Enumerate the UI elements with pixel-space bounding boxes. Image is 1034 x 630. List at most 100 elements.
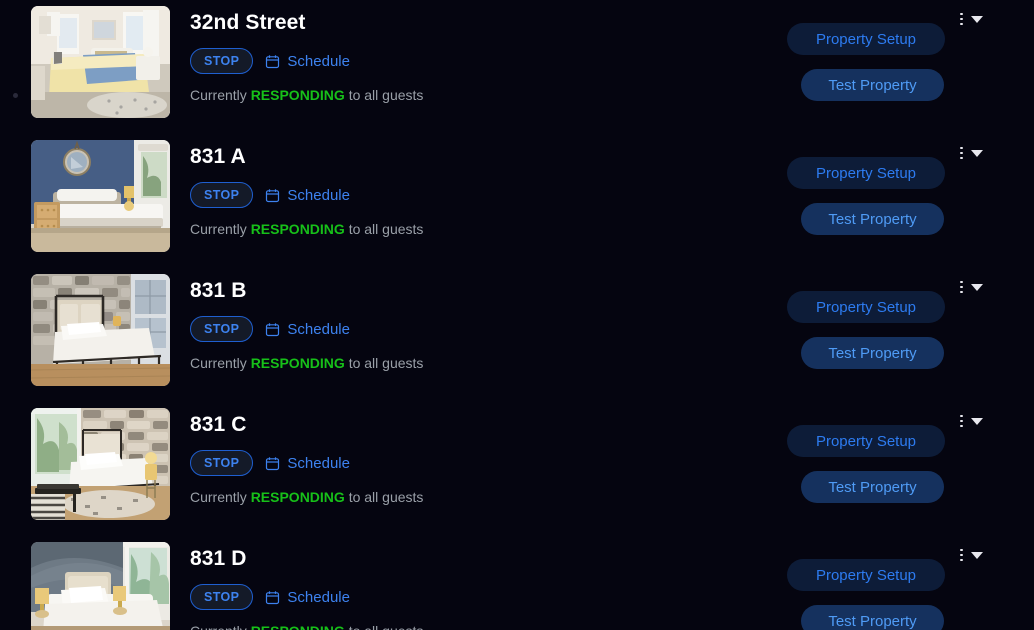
property-actions: Property Setup Test Property: [774, 0, 1034, 134]
property-setup-button[interactable]: Property Setup: [787, 559, 945, 591]
property-row: 831 B STOP Schedule Currently RESPONDING…: [0, 268, 1034, 402]
status-suffix: to all guests: [348, 87, 424, 103]
calendar-icon: [266, 188, 280, 202]
schedule-label: Schedule: [287, 588, 350, 606]
property-photo-icon: [31, 6, 170, 118]
property-thumbnail[interactable]: [31, 274, 170, 386]
property-actions: Property Setup Test Property: [774, 536, 1034, 630]
property-actions: Property Setup Test Property: [774, 402, 1034, 536]
property-meta: STOP Schedule: [190, 584, 750, 610]
property-row: 831 D STOP Schedule Currently RESPONDING…: [0, 536, 1034, 630]
responding-status: Currently RESPONDING to all guests: [190, 624, 750, 630]
responding-status: Currently RESPONDING to all guests: [190, 356, 750, 370]
property-info: 32nd Street STOP Schedule Currently RESP…: [190, 0, 750, 102]
calendar-icon: [266, 590, 280, 604]
property-info: 831 D STOP Schedule Currently RESPONDING…: [190, 536, 750, 630]
more-vertical-icon[interactable]: [959, 12, 964, 27]
property-setup-button[interactable]: Property Setup: [787, 291, 945, 323]
test-property-button[interactable]: Test Property: [801, 69, 944, 101]
property-title: 831 A: [190, 145, 246, 168]
property-thumbnail[interactable]: [31, 542, 170, 630]
more-vertical-icon[interactable]: [959, 146, 964, 161]
property-photo-icon: [31, 140, 170, 252]
property-setup-button[interactable]: Property Setup: [787, 23, 945, 55]
status-suffix: to all guests: [348, 489, 424, 505]
chevron-down-icon[interactable]: [970, 15, 983, 23]
status-highlight: RESPONDING: [250, 221, 345, 237]
more-vertical-icon[interactable]: [959, 280, 964, 295]
status-prefix: Currently: [190, 489, 247, 505]
more-vertical-icon[interactable]: [959, 548, 964, 563]
schedule-link[interactable]: Schedule: [265, 321, 350, 338]
status-suffix: to all guests: [348, 221, 424, 237]
calendar-icon: [266, 54, 280, 68]
property-meta: STOP Schedule: [190, 182, 750, 208]
schedule-link[interactable]: Schedule: [265, 53, 350, 70]
property-row: 831 C STOP Schedule Currently RESPONDING…: [0, 402, 1034, 536]
responding-status: Currently RESPONDING to all guests: [190, 222, 750, 236]
property-title: 32nd Street: [190, 11, 306, 34]
status-highlight: RESPONDING: [251, 623, 345, 630]
property-thumbnail[interactable]: [31, 140, 170, 252]
schedule-label: Schedule: [287, 320, 350, 338]
status-prefix: Currently: [190, 221, 247, 237]
chevron-down-icon[interactable]: [970, 417, 983, 425]
test-property-button[interactable]: Test Property: [801, 471, 944, 503]
property-setup-button[interactable]: Property Setup: [787, 157, 945, 189]
status-prefix: Currently: [190, 87, 247, 103]
more-vertical-icon[interactable]: [959, 414, 964, 429]
responding-status: Currently RESPONDING to all guests: [190, 490, 750, 504]
chevron-down-icon[interactable]: [970, 149, 983, 157]
property-photo-icon: [31, 274, 170, 386]
status-highlight: RESPONDING: [250, 489, 345, 505]
property-info: 831 B STOP Schedule Currently RESPONDING…: [190, 268, 750, 370]
property-thumbnail[interactable]: [31, 6, 170, 118]
responding-status: Currently RESPONDING to all guests: [190, 88, 750, 102]
row-menu-group: [959, 278, 983, 296]
property-meta: STOP Schedule: [190, 450, 750, 476]
row-menu-group: [959, 10, 983, 28]
status-highlight: RESPONDING: [250, 87, 345, 103]
chevron-down-icon[interactable]: [970, 551, 983, 559]
property-setup-button[interactable]: Property Setup: [787, 425, 945, 457]
chevron-down-icon[interactable]: [970, 283, 983, 291]
status-suffix: to all guests: [349, 623, 424, 630]
property-title: 831 B: [190, 279, 247, 302]
property-meta: STOP Schedule: [190, 316, 750, 342]
status-highlight: RESPONDING: [250, 355, 345, 371]
schedule-label: Schedule: [287, 52, 350, 70]
test-property-button[interactable]: Test Property: [801, 605, 944, 630]
stop-button[interactable]: STOP: [190, 584, 254, 610]
test-property-button[interactable]: Test Property: [801, 203, 944, 235]
property-actions: Property Setup Test Property: [774, 268, 1034, 402]
schedule-label: Schedule: [287, 186, 350, 204]
stop-button[interactable]: STOP: [190, 316, 254, 342]
schedule-link[interactable]: Schedule: [265, 589, 350, 606]
property-list: 32nd Street STOP Schedule Currently RESP…: [0, 0, 1034, 630]
row-menu-group: [959, 412, 983, 430]
property-thumbnail[interactable]: [31, 408, 170, 520]
schedule-label: Schedule: [287, 454, 350, 472]
property-row: 32nd Street STOP Schedule Currently RESP…: [0, 0, 1034, 134]
property-photo-icon: [31, 408, 170, 520]
status-suffix: to all guests: [348, 355, 424, 371]
calendar-icon: [266, 456, 280, 470]
schedule-link[interactable]: Schedule: [265, 455, 350, 472]
stop-button[interactable]: STOP: [190, 450, 254, 476]
status-prefix: Currently: [190, 355, 247, 371]
row-menu-group: [959, 546, 983, 564]
calendar-icon: [266, 322, 280, 336]
test-property-button[interactable]: Test Property: [801, 337, 944, 369]
property-title: 831 D: [190, 547, 247, 570]
property-info: 831 A STOP Schedule Currently RESPONDING…: [190, 134, 750, 236]
property-row: 831 A STOP Schedule Currently RESPONDING…: [0, 134, 1034, 268]
property-actions: Property Setup Test Property: [774, 134, 1034, 268]
stop-button[interactable]: STOP: [190, 182, 254, 208]
property-list-screen: 32nd Street STOP Schedule Currently RESP…: [0, 0, 1034, 630]
stop-button[interactable]: STOP: [190, 48, 254, 74]
property-meta: STOP Schedule: [190, 48, 750, 74]
row-menu-group: [959, 144, 983, 162]
schedule-link[interactable]: Schedule: [265, 187, 350, 204]
property-title: 831 C: [190, 413, 247, 436]
property-photo-icon: [31, 542, 170, 630]
